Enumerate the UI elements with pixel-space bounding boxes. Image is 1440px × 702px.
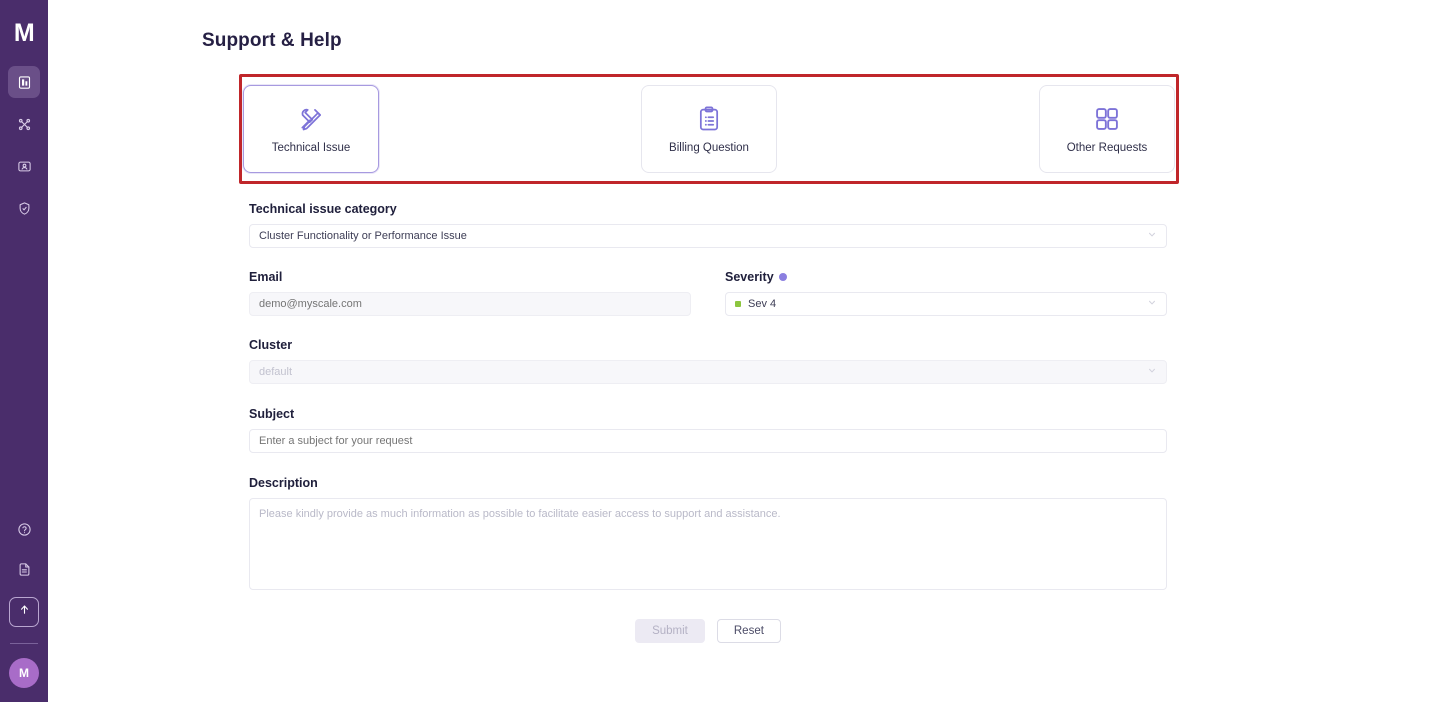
severity-label-text: Severity bbox=[725, 270, 774, 284]
sidebar-item-security[interactable] bbox=[8, 192, 40, 224]
chevron-down-icon bbox=[1147, 230, 1157, 243]
category-card-billing-question[interactable]: Billing Question bbox=[641, 85, 777, 173]
category-card-label: Technical Issue bbox=[271, 141, 351, 154]
database-icon bbox=[17, 75, 32, 90]
cluster-select[interactable]: default bbox=[249, 360, 1167, 384]
info-dot-icon[interactable] bbox=[778, 273, 787, 281]
description-label: Description bbox=[249, 476, 318, 490]
document-icon bbox=[17, 562, 32, 577]
upgrade-button[interactable] bbox=[9, 597, 39, 627]
clipboard-list-icon bbox=[695, 105, 723, 133]
chevron-down-icon bbox=[1147, 366, 1157, 379]
category-card-label: Billing Question bbox=[669, 141, 749, 154]
severity-label: Severity bbox=[725, 270, 1167, 284]
app-root: M M Support & Help Technical Issue Billi… bbox=[0, 0, 1440, 702]
avatar[interactable]: M bbox=[9, 658, 39, 688]
email-severity-row: Email Severity Sev 4 bbox=[249, 270, 1167, 316]
description-textarea[interactable] bbox=[249, 498, 1167, 590]
pipeline-icon bbox=[17, 117, 32, 132]
category-label: Technical issue category bbox=[249, 202, 397, 216]
sidebar-item-accounts[interactable] bbox=[8, 150, 40, 182]
chevron-down-icon bbox=[1147, 298, 1157, 311]
field-email: Email bbox=[249, 270, 691, 316]
form-actions: Submit Reset bbox=[249, 619, 1167, 643]
subject-input[interactable] bbox=[259, 435, 1157, 447]
brand-logo[interactable]: M bbox=[7, 16, 41, 50]
category-select[interactable]: Cluster Functionality or Performance Iss… bbox=[249, 224, 1167, 248]
page-title: Support & Help bbox=[202, 30, 342, 51]
sidebar-nav-bottom: M bbox=[0, 513, 48, 688]
sidebar-item-clusters[interactable] bbox=[8, 66, 40, 98]
severity-select-value: Sev 4 bbox=[748, 298, 777, 310]
id-card-icon bbox=[17, 159, 32, 174]
field-subject: Subject bbox=[249, 407, 1167, 453]
category-select-value: Cluster Functionality or Performance Iss… bbox=[259, 230, 467, 242]
category-card-technical-issue[interactable]: Technical Issue bbox=[243, 85, 379, 173]
wrench-screwdriver-icon bbox=[297, 105, 325, 133]
email-input-wrap[interactable] bbox=[249, 292, 691, 316]
severity-select[interactable]: Sev 4 bbox=[725, 292, 1167, 316]
reset-button[interactable]: Reset bbox=[716, 619, 781, 643]
help-circle-icon bbox=[17, 522, 32, 537]
subject-input-wrap[interactable] bbox=[249, 429, 1167, 453]
shield-check-icon bbox=[17, 201, 32, 216]
subject-label: Subject bbox=[249, 407, 295, 421]
sidebar-item-docs[interactable] bbox=[8, 553, 40, 585]
cluster-select-placeholder: default bbox=[259, 366, 293, 378]
support-request-form: Technical issue category Cluster Functio… bbox=[249, 202, 1167, 643]
sidebar: M M bbox=[0, 0, 48, 702]
field-severity: Severity Sev 4 bbox=[725, 270, 1167, 316]
email-label: Email bbox=[249, 270, 283, 284]
sidebar-nav-top bbox=[8, 66, 40, 224]
sidebar-divider bbox=[10, 643, 38, 644]
sidebar-item-help[interactable] bbox=[8, 513, 40, 545]
field-description: Description bbox=[249, 476, 1167, 595]
category-card-label: Other Requests bbox=[1066, 141, 1148, 154]
grid-squares-icon bbox=[1093, 105, 1121, 133]
email-input[interactable] bbox=[259, 298, 681, 310]
category-card-other-requests[interactable]: Other Requests bbox=[1039, 85, 1175, 173]
cluster-label: Cluster bbox=[249, 338, 293, 352]
field-category: Technical issue category Cluster Functio… bbox=[249, 202, 1167, 248]
field-cluster: Cluster default bbox=[249, 338, 1167, 384]
arrow-up-icon bbox=[18, 603, 31, 621]
main-content: Support & Help Technical Issue Billing Q… bbox=[48, 0, 1440, 702]
severity-status-dot bbox=[735, 301, 741, 307]
submit-button[interactable]: Submit bbox=[635, 619, 705, 643]
category-cards-row: Technical Issue Billing Question Other R… bbox=[243, 78, 1175, 180]
sidebar-item-pipelines[interactable] bbox=[8, 108, 40, 140]
